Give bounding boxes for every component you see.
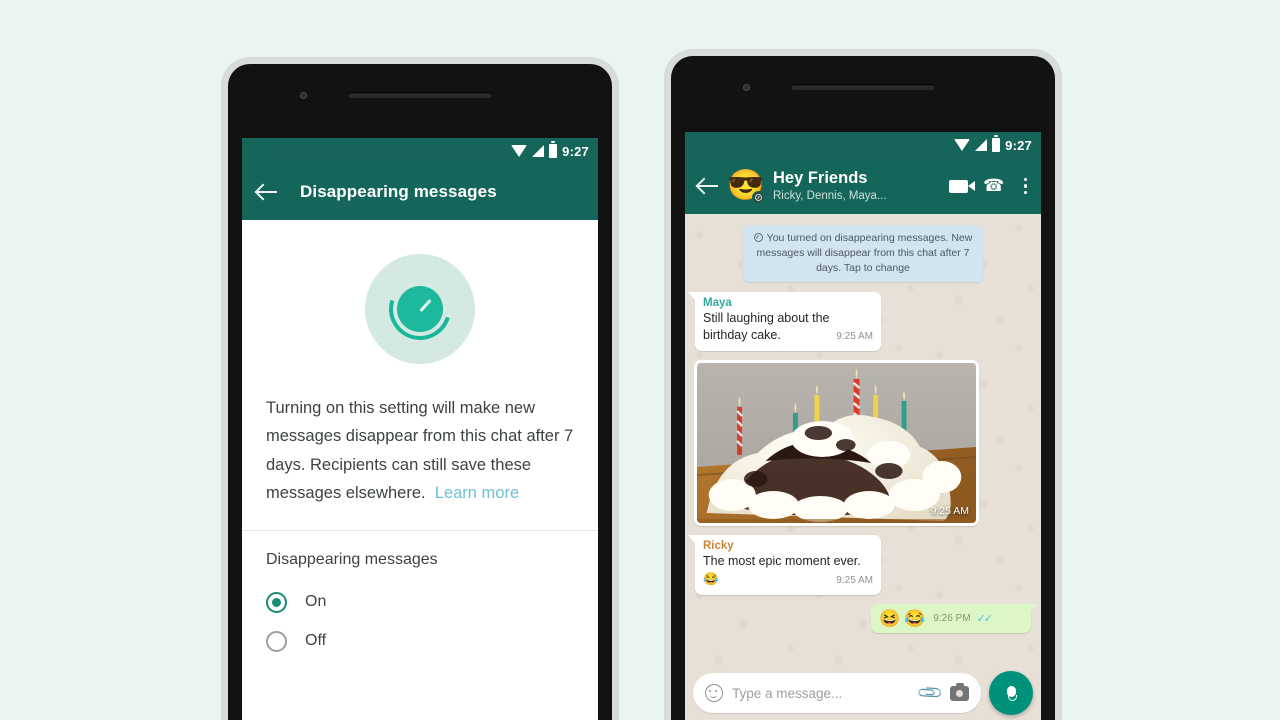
learn-more-link[interactable]: Learn more <box>435 484 519 502</box>
chat-app-bar: 😎 Hey Friends Ricky, Dennis, Maya... ☎ <box>685 158 1041 214</box>
right-phone: 9:27 😎 Hey Friends Ricky, Dennis, Maya..… <box>665 50 1061 720</box>
message-input-bar: Type a message... 📎 <box>685 666 1041 720</box>
page-title: Disappearing messages <box>300 182 497 201</box>
microphone-button[interactable] <box>989 671 1033 715</box>
disappearing-timer-icon <box>378 267 462 351</box>
back-arrow-icon[interactable] <box>256 181 278 203</box>
radio-label-on: On <box>305 593 327 610</box>
system-message[interactable]: You turned on disappearing messages. New… <box>743 225 983 282</box>
wifi-icon <box>511 145 528 157</box>
right-phone-screen: 9:27 😎 Hey Friends Ricky, Dennis, Maya..… <box>685 132 1041 720</box>
radio-label-off: Off <box>305 632 327 649</box>
status-bar: 9:27 <box>685 132 1041 158</box>
message-bubble-incoming[interactable]: Ricky The most epic moment ever.😂 9:25 AM <box>688 535 881 595</box>
message-text: The most epic moment ever.😂 9:25 AM <box>703 553 873 589</box>
chat-scroll-area: You turned on disappearing messages. New… <box>685 225 1041 633</box>
avatar[interactable]: 😎 <box>727 169 765 204</box>
message-sender: Ricky <box>703 540 734 553</box>
read-receipt-icon: ✓✓ <box>976 612 994 625</box>
left-phone-screen: 9:27 Disappearing messages Turning on th… <box>242 138 598 720</box>
timer-icon <box>753 233 763 242</box>
chat-participants: Ricky, Dennis, Maya... <box>773 190 887 203</box>
smiley-icon[interactable] <box>705 684 723 702</box>
disappearing-messages-radio-group: On Off <box>242 572 598 661</box>
chat-name: Hey Friends <box>773 168 868 187</box>
microphone-icon <box>1006 685 1017 701</box>
status-icons <box>511 141 558 158</box>
overflow-menu-icon[interactable] <box>1020 176 1032 197</box>
description-block: Turning on this setting will make new me… <box>242 394 598 530</box>
message-input-container[interactable]: Type a message... 📎 <box>693 673 981 713</box>
front-camera-icon <box>300 92 307 99</box>
message-bubble-image[interactable]: 9:25 AM <box>694 360 979 527</box>
birthday-cake-photo <box>697 363 976 524</box>
message-timestamp: 9:25 AM <box>836 574 873 586</box>
chat-message-list[interactable]: You turned on disappearing messages. New… <box>685 214 1041 720</box>
voice-call-icon[interactable]: ☎ <box>983 176 1004 196</box>
status-bar-clock: 9:27 <box>1005 137 1032 153</box>
back-arrow-icon[interactable] <box>697 175 719 197</box>
outgoing-emoji-1: 😆 <box>879 608 901 628</box>
signal-icon <box>532 145 545 157</box>
hero-illustration <box>242 220 598 394</box>
wifi-icon <box>954 139 971 151</box>
timer-badge-icon <box>752 191 765 204</box>
camera-icon[interactable] <box>950 682 969 701</box>
status-bar: 9:27 <box>242 138 598 164</box>
message-bubble-outgoing[interactable]: 😆 😂 9:26 PM ✓✓ <box>871 603 1038 633</box>
message-timestamp: 9:25 AM <box>836 331 873 343</box>
status-icons <box>954 135 1001 152</box>
radio-button-off[interactable] <box>266 630 287 652</box>
chat-header-actions: ☎ <box>949 176 1031 197</box>
video-call-icon[interactable] <box>949 179 976 193</box>
radio-option-off[interactable]: Off <box>242 622 598 661</box>
front-camera-icon <box>743 84 750 91</box>
system-message-text: You turned on disappearing messages. New… <box>756 232 973 274</box>
earpiece-speaker <box>348 92 492 98</box>
battery-icon <box>992 135 1001 152</box>
status-bar-clock: 9:27 <box>562 143 589 159</box>
paperclip-icon[interactable]: 📎 <box>916 678 945 707</box>
left-phone: 9:27 Disappearing messages Turning on th… <box>222 58 618 720</box>
message-text: Still laughing about the birthday cake. 9… <box>703 310 873 346</box>
signal-icon <box>975 139 988 151</box>
message-timestamp: 9:26 PM <box>933 612 971 624</box>
message-bubble-incoming[interactable]: Maya Still laughing about the birthday c… <box>688 291 881 352</box>
message-input[interactable]: Type a message... <box>732 686 911 701</box>
image-timestamp: 9:25 AM <box>930 505 969 518</box>
hero-circle-background <box>365 254 475 364</box>
radio-button-on[interactable] <box>266 591 287 613</box>
earpiece-speaker <box>791 84 935 90</box>
message-emoji: 😂 <box>703 571 719 586</box>
section-title: Disappearing messages <box>242 530 598 573</box>
battery-icon <box>549 141 558 158</box>
chat-title-block[interactable]: Hey Friends Ricky, Dennis, Maya... <box>773 169 939 203</box>
settings-app-bar: Disappearing messages <box>242 164 598 220</box>
outgoing-emoji-2: 😂 <box>904 608 926 628</box>
message-sender: Maya <box>703 296 732 309</box>
radio-option-on[interactable]: On <box>242 583 598 622</box>
description-text: Turning on this setting will make new me… <box>266 399 574 503</box>
